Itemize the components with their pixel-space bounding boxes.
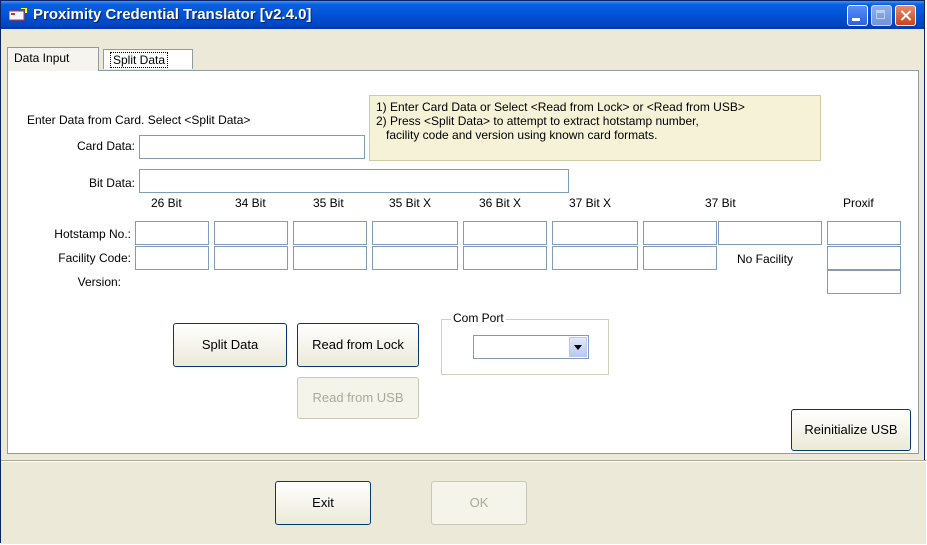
card-data-field[interactable] [139,135,365,159]
reinitialize-usb-button[interactable]: Reinitialize USB [791,409,911,451]
hotstamp-36bitx-field[interactable] [463,221,547,245]
ok-button[interactable]: OK [431,481,527,525]
tab-data-input[interactable]: Data Input [7,47,99,71]
hotstamp-label: Hotstamp No.: [54,227,131,241]
version-proxif-field[interactable] [827,270,901,294]
bit-data-field[interactable] [139,169,569,193]
facility-proxif-field[interactable] [827,246,901,270]
read-from-lock-button[interactable]: Read from Lock [297,323,419,367]
col-36bitx: 36 Bit X [479,196,522,210]
info-box: 1) Enter Card Data or Select <Read from … [369,95,821,161]
col-35bitx: 35 Bit X [389,196,432,210]
read-from-usb-button[interactable]: Read from USB [297,377,419,419]
info-line-3: facility code and version using known ca… [386,128,658,142]
info-line-1: 1) Enter Card Data or Select <Read from … [376,100,745,114]
tab-split-data-label: Split Data [110,52,169,68]
card-data-label: Card Data: [76,139,135,153]
facility-37bitx-field[interactable] [552,246,638,270]
close-button[interactable] [895,5,916,26]
col-26bit: 26 Bit [151,196,182,210]
facility-26bit-field[interactable] [135,246,209,270]
tab-data-input-label: Data Input [14,51,70,65]
hotstamp-proxif-field[interactable] [827,221,901,245]
maximize-button[interactable] [871,5,892,26]
hotstamp-35bit-field[interactable] [293,221,367,245]
facility-35bitx-field[interactable] [372,246,458,270]
version-label: Version: [77,275,121,289]
chevron-down-icon[interactable] [569,337,587,357]
com-port-select[interactable] [473,335,589,359]
hotstamp-26bit-field[interactable] [135,221,209,245]
no-facility-label: No Facility [737,252,794,266]
facility-35bit-field[interactable] [293,246,367,270]
facility-37bit-field[interactable] [643,246,717,270]
divider [1,460,926,462]
title-bar[interactable]: Proximity Credential Translator [v2.4.0] [1,1,924,29]
col-proxif: Proxif [843,196,874,210]
hotstamp-35bitx-field[interactable] [372,221,458,245]
col-35bit: 35 Bit [313,196,344,210]
hotstamp-34bit-field[interactable] [214,221,288,245]
col-37bitx: 37 Bit X [569,196,612,210]
com-port-label: Com Port [451,311,506,325]
facility-code-label: Facility Code: [58,251,131,265]
instruction-text: Enter Data from Card. Select <Split Data… [27,113,251,127]
window-title: Proximity Credential Translator [v2.4.0] [33,6,312,23]
hotstamp-37bit-b-field[interactable] [718,221,822,245]
split-data-button[interactable]: Split Data [173,323,287,367]
bit-data-label: Bit Data: [88,176,135,190]
minimize-button[interactable] [847,5,868,26]
info-line-2: 2) Press <Split Data> to attempt to extr… [376,114,699,128]
facility-36bitx-field[interactable] [463,246,547,270]
app-icon [9,8,27,21]
facility-34bit-field[interactable] [214,246,288,270]
tab-split-data[interactable]: Split Data [103,49,193,69]
hotstamp-37bit-a-field[interactable] [643,221,717,245]
exit-button[interactable]: Exit [275,481,371,525]
col-34bit: 34 Bit [235,196,266,210]
col-37bit: 37 Bit [705,196,736,210]
app-window: Proximity Credential Translator [v2.4.0]… [0,0,926,544]
hotstamp-37bitx-field[interactable] [552,221,638,245]
